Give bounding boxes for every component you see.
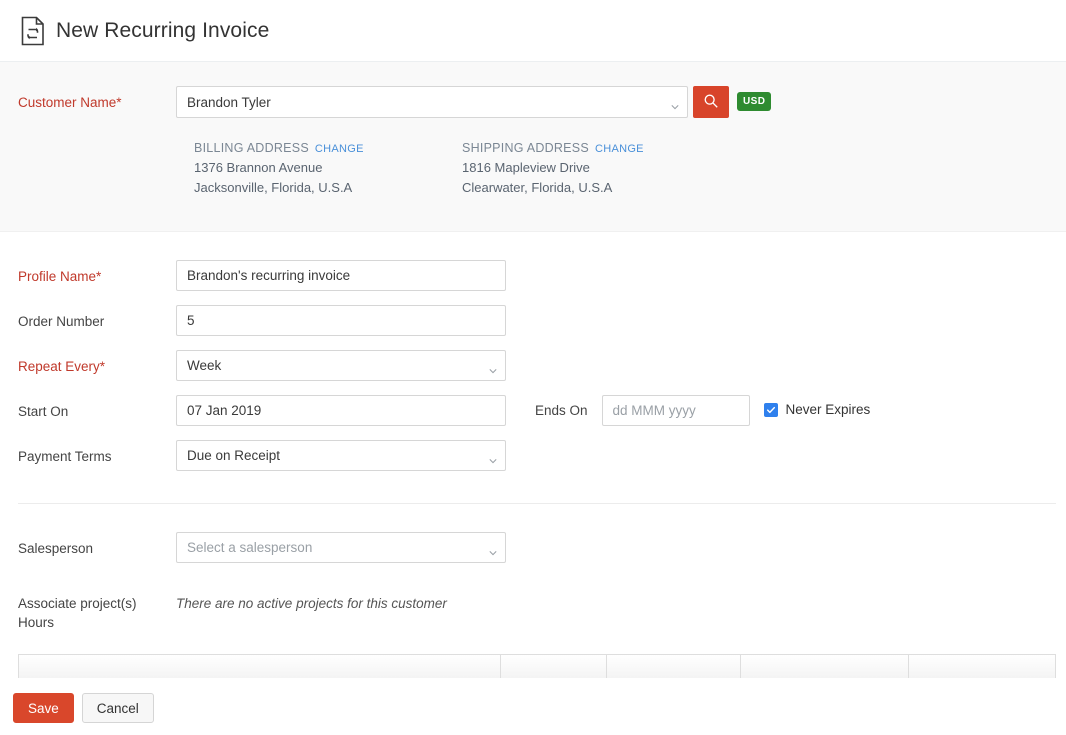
chevron-down-icon <box>488 453 496 461</box>
profile-name-required-marker: * <box>96 269 101 284</box>
customer-name-select[interactable]: Brandon Tyler <box>176 86 688 118</box>
start-on-value: 07 Jan 2019 <box>187 403 261 418</box>
check-icon <box>766 405 776 415</box>
profile-name-value: Brandon's recurring invoice <box>187 268 350 283</box>
shipping-address-header: SHIPPING ADDRESS CHANGE <box>462 139 730 157</box>
page-header: New Recurring Invoice <box>0 0 1066 62</box>
payment-terms-row: Payment Terms Due on Receipt <box>0 440 1066 471</box>
page-title: New Recurring Invoice <box>56 19 269 43</box>
salesperson-select[interactable]: Select a salesperson <box>176 532 506 563</box>
customer-search-button[interactable] <box>693 86 729 118</box>
repeat-every-label: Repeat Every* <box>0 350 176 376</box>
never-expires-label: Never Expires <box>786 402 871 417</box>
billing-address-header: BILLING ADDRESS CHANGE <box>194 139 462 157</box>
line-items-col-item <box>19 655 501 678</box>
shipping-address-line2: Clearwater, Florida, U.S.A <box>462 179 730 197</box>
billing-address-heading: BILLING ADDRESS <box>194 141 309 155</box>
associate-projects-message: There are no active projects for this cu… <box>176 589 447 611</box>
repeat-every-required-marker: * <box>100 359 105 374</box>
customer-name-row: Customer Name* Brandon Tyler <box>0 86 1066 118</box>
order-number-label: Order Number <box>0 305 176 331</box>
shipping-address-change-link[interactable]: CHANGE <box>595 143 644 155</box>
customer-name-label: Customer Name* <box>0 86 176 112</box>
billing-address-line1: 1376 Brannon Avenue <box>194 159 462 177</box>
shipping-address-line1: 1816 Mapleview Drive <box>462 159 730 177</box>
repeat-every-label-text: Repeat Every <box>18 359 100 374</box>
order-number-value: 5 <box>187 313 195 328</box>
ends-on-input[interactable]: dd MMM yyyy <box>602 395 750 426</box>
addresses-container: BILLING ADDRESS CHANGE 1376 Brannon Avenu… <box>0 139 1066 197</box>
chevron-down-icon <box>670 99 678 107</box>
currency-badge[interactable]: USD <box>737 92 771 111</box>
footer-action-bar: Save Cancel <box>0 680 1066 735</box>
profile-name-label: Profile Name* <box>0 260 176 286</box>
cancel-button[interactable]: Cancel <box>82 693 154 723</box>
customer-name-label-text: Customer Name <box>18 95 116 110</box>
ends-on-label: Ends On <box>535 395 588 418</box>
customer-select-group: Brandon Tyler USD <box>176 86 771 118</box>
payment-terms-select[interactable]: Due on Receipt <box>176 440 506 471</box>
associate-projects-label-line2: Hours <box>18 613 176 632</box>
billing-address-block: BILLING ADDRESS CHANGE 1376 Brannon Avenu… <box>194 139 462 197</box>
associate-projects-label: Associate project(s) Hours <box>0 589 176 632</box>
shipping-address-heading: SHIPPING ADDRESS <box>462 141 589 155</box>
associate-projects-label-line1: Associate project(s) <box>18 594 176 613</box>
never-expires-checkbox[interactable] <box>764 403 778 417</box>
start-end-row: Start On 07 Jan 2019 Ends On dd MMM yyyy… <box>0 395 1066 426</box>
save-button[interactable]: Save <box>13 693 74 723</box>
line-items-col-discount <box>741 655 909 678</box>
customer-name-required-marker: * <box>116 95 121 110</box>
customer-panel: Customer Name* Brandon Tyler <box>0 62 1066 232</box>
section-divider <box>18 503 1056 504</box>
line-items-col-quantity <box>501 655 607 678</box>
never-expires-checkbox-group[interactable]: Never Expires <box>764 395 871 417</box>
ends-on-placeholder: dd MMM yyyy <box>613 403 696 418</box>
associate-projects-row: Associate project(s) Hours There are no … <box>0 589 1066 632</box>
salesperson-label: Salesperson <box>0 532 176 558</box>
repeat-every-select[interactable]: Week <box>176 350 506 381</box>
billing-address-change-link[interactable]: CHANGE <box>315 143 364 155</box>
profile-name-input[interactable]: Brandon's recurring invoice <box>176 260 506 291</box>
billing-address-line2: Jacksonville, Florida, U.S.A <box>194 179 462 197</box>
payment-terms-label: Payment Terms <box>0 440 176 466</box>
repeat-every-value: Week <box>187 358 221 373</box>
line-items-table-header <box>18 654 1056 678</box>
payment-terms-value: Due on Receipt <box>187 448 280 463</box>
search-icon <box>703 93 719 112</box>
line-items-col-amount <box>909 655 1055 678</box>
start-on-label: Start On <box>0 395 176 421</box>
profile-name-label-text: Profile Name <box>18 269 96 284</box>
repeat-every-row: Repeat Every* Week <box>0 350 1066 381</box>
customer-name-value: Brandon Tyler <box>187 95 271 110</box>
profile-name-row: Profile Name* Brandon's recurring invoic… <box>0 260 1066 291</box>
line-items-col-rate <box>607 655 741 678</box>
recurring-invoice-document-icon <box>20 16 46 46</box>
start-on-input[interactable]: 07 Jan 2019 <box>176 395 506 426</box>
chevron-down-icon <box>488 545 496 553</box>
salesperson-placeholder: Select a salesperson <box>187 540 312 555</box>
order-number-input[interactable]: 5 <box>176 305 506 336</box>
form-body: Profile Name* Brandon's recurring invoic… <box>0 232 1066 678</box>
shipping-address-block: SHIPPING ADDRESS CHANGE 1816 Mapleview Dr… <box>462 139 730 197</box>
order-number-row: Order Number 5 <box>0 305 1066 336</box>
chevron-down-icon <box>488 363 496 371</box>
salesperson-row: Salesperson Select a salesperson <box>0 532 1066 563</box>
